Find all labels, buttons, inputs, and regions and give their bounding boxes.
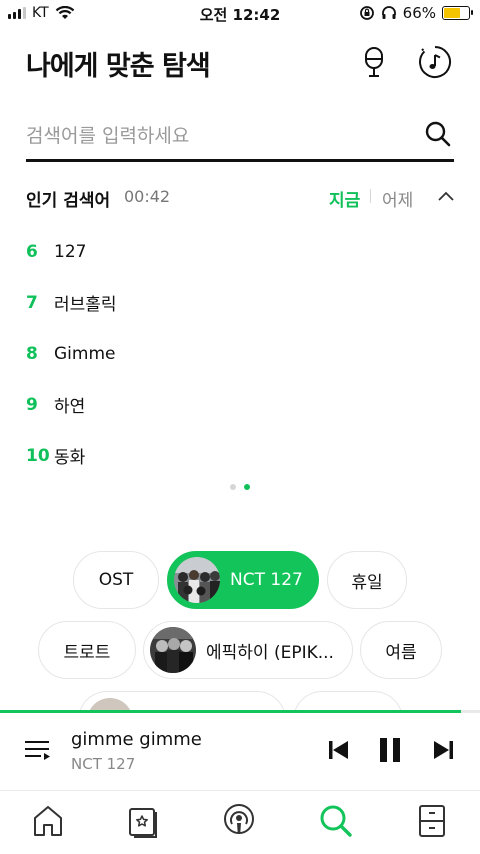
bottom-tab-bar — [0, 790, 480, 854]
keyword-chip-active[interactable]: NCT 127 — [167, 551, 319, 609]
list-item[interactable]: 9 하연 — [26, 379, 454, 430]
skip-next-icon — [434, 741, 453, 759]
pause-icon — [380, 738, 400, 762]
mini-player[interactable]: gimme gimme NCT 127 — [0, 713, 480, 789]
page-dot[interactable] — [230, 484, 236, 490]
battery-icon — [442, 6, 473, 20]
search-icon — [425, 121, 451, 147]
podcast-icon — [224, 804, 254, 834]
rank-number: 7 — [26, 292, 38, 313]
search-input[interactable] — [26, 118, 406, 154]
tab-storage[interactable] — [125, 803, 161, 839]
avatar — [150, 627, 196, 673]
list-item[interactable]: 10 동화 — [26, 430, 454, 481]
status-bar: KT 오전 12:42 66% — [0, 0, 480, 28]
home-icon — [34, 806, 62, 836]
now-playing-title[interactable]: gimme gimme — [71, 729, 202, 750]
popular-searches-title: 인기 검색어 — [26, 191, 111, 211]
playlist-button[interactable] — [24, 737, 52, 765]
rank-keyword: 동화 — [54, 448, 86, 468]
collapse-button[interactable] — [436, 186, 456, 206]
tab-divider — [370, 189, 371, 203]
list-item[interactable]: 7 러브홀릭 — [26, 277, 454, 328]
pause-button[interactable] — [375, 735, 405, 765]
keyword-chip[interactable]: 여름 — [360, 621, 442, 679]
chip-label: OST — [98, 570, 134, 590]
orientation-lock-icon — [359, 6, 374, 20]
battery-fill — [444, 8, 460, 18]
chip-label: NCT 127 — [230, 570, 303, 590]
avatar — [174, 557, 220, 603]
tab-library[interactable] — [414, 803, 450, 839]
keyword-chip[interactable]: 트로트 — [38, 621, 136, 679]
battery-percent: 66% — [402, 4, 436, 22]
list-item[interactable]: 8 Gimme — [26, 328, 454, 379]
chip-label: 트로트 — [63, 642, 111, 663]
page-indicator — [0, 484, 480, 490]
tab-yesterday[interactable]: 어제 — [382, 186, 413, 211]
library-icon — [419, 805, 445, 837]
storage-icon — [129, 808, 157, 838]
microphone-icon — [365, 47, 383, 77]
chevron-up-icon — [438, 191, 454, 201]
keyword-chip[interactable]: 에픽하이 (EPIK... — [143, 621, 353, 679]
playlist-icon — [25, 741, 50, 760]
headphones-icon — [381, 6, 396, 19]
tab-now[interactable]: 지금 — [329, 186, 360, 211]
page-title: 나에게 맞춘 탐색 — [26, 51, 211, 82]
now-playing-artist[interactable]: NCT 127 — [71, 755, 135, 773]
search-button[interactable] — [424, 120, 454, 150]
next-button[interactable] — [428, 735, 458, 765]
rank-number: 9 — [26, 394, 38, 415]
rank-number: 10 — [26, 445, 50, 466]
voice-search-button[interactable] — [357, 44, 391, 80]
rank-number: 8 — [26, 343, 38, 364]
previous-button[interactable] — [324, 735, 354, 765]
music-recognition-icon — [419, 46, 451, 78]
status-right: 66% — [359, 4, 473, 22]
keyword-chip[interactable]: 휴일 — [327, 551, 407, 609]
rank-keyword: 127 — [54, 241, 87, 262]
chip-label: 여름 — [385, 642, 417, 663]
tab-home[interactable] — [30, 803, 66, 839]
rank-keyword: 러브홀릭 — [54, 295, 117, 315]
rank-keyword: 하연 — [54, 397, 86, 417]
tab-search[interactable] — [318, 803, 354, 839]
popular-searches-list: 6 127 7 러브홀릭 8 Gimme 9 하연 10 동화 — [26, 226, 454, 481]
skip-previous-icon — [329, 741, 348, 759]
search-bar — [26, 112, 454, 162]
popular-searches-time: 00:42 — [124, 187, 171, 206]
chip-label: 에픽하이 (EPIK... — [206, 642, 334, 663]
keyword-chip[interactable]: OST — [73, 551, 159, 609]
tab-podcast[interactable] — [221, 803, 257, 839]
chip-label: 휴일 — [351, 572, 383, 593]
music-recognition-button[interactable] — [418, 44, 452, 80]
list-item[interactable]: 6 127 — [26, 226, 454, 277]
search-icon — [320, 805, 352, 837]
page-dot-active[interactable] — [244, 484, 250, 490]
rank-keyword: Gimme — [54, 343, 116, 364]
rank-number: 6 — [26, 241, 38, 262]
